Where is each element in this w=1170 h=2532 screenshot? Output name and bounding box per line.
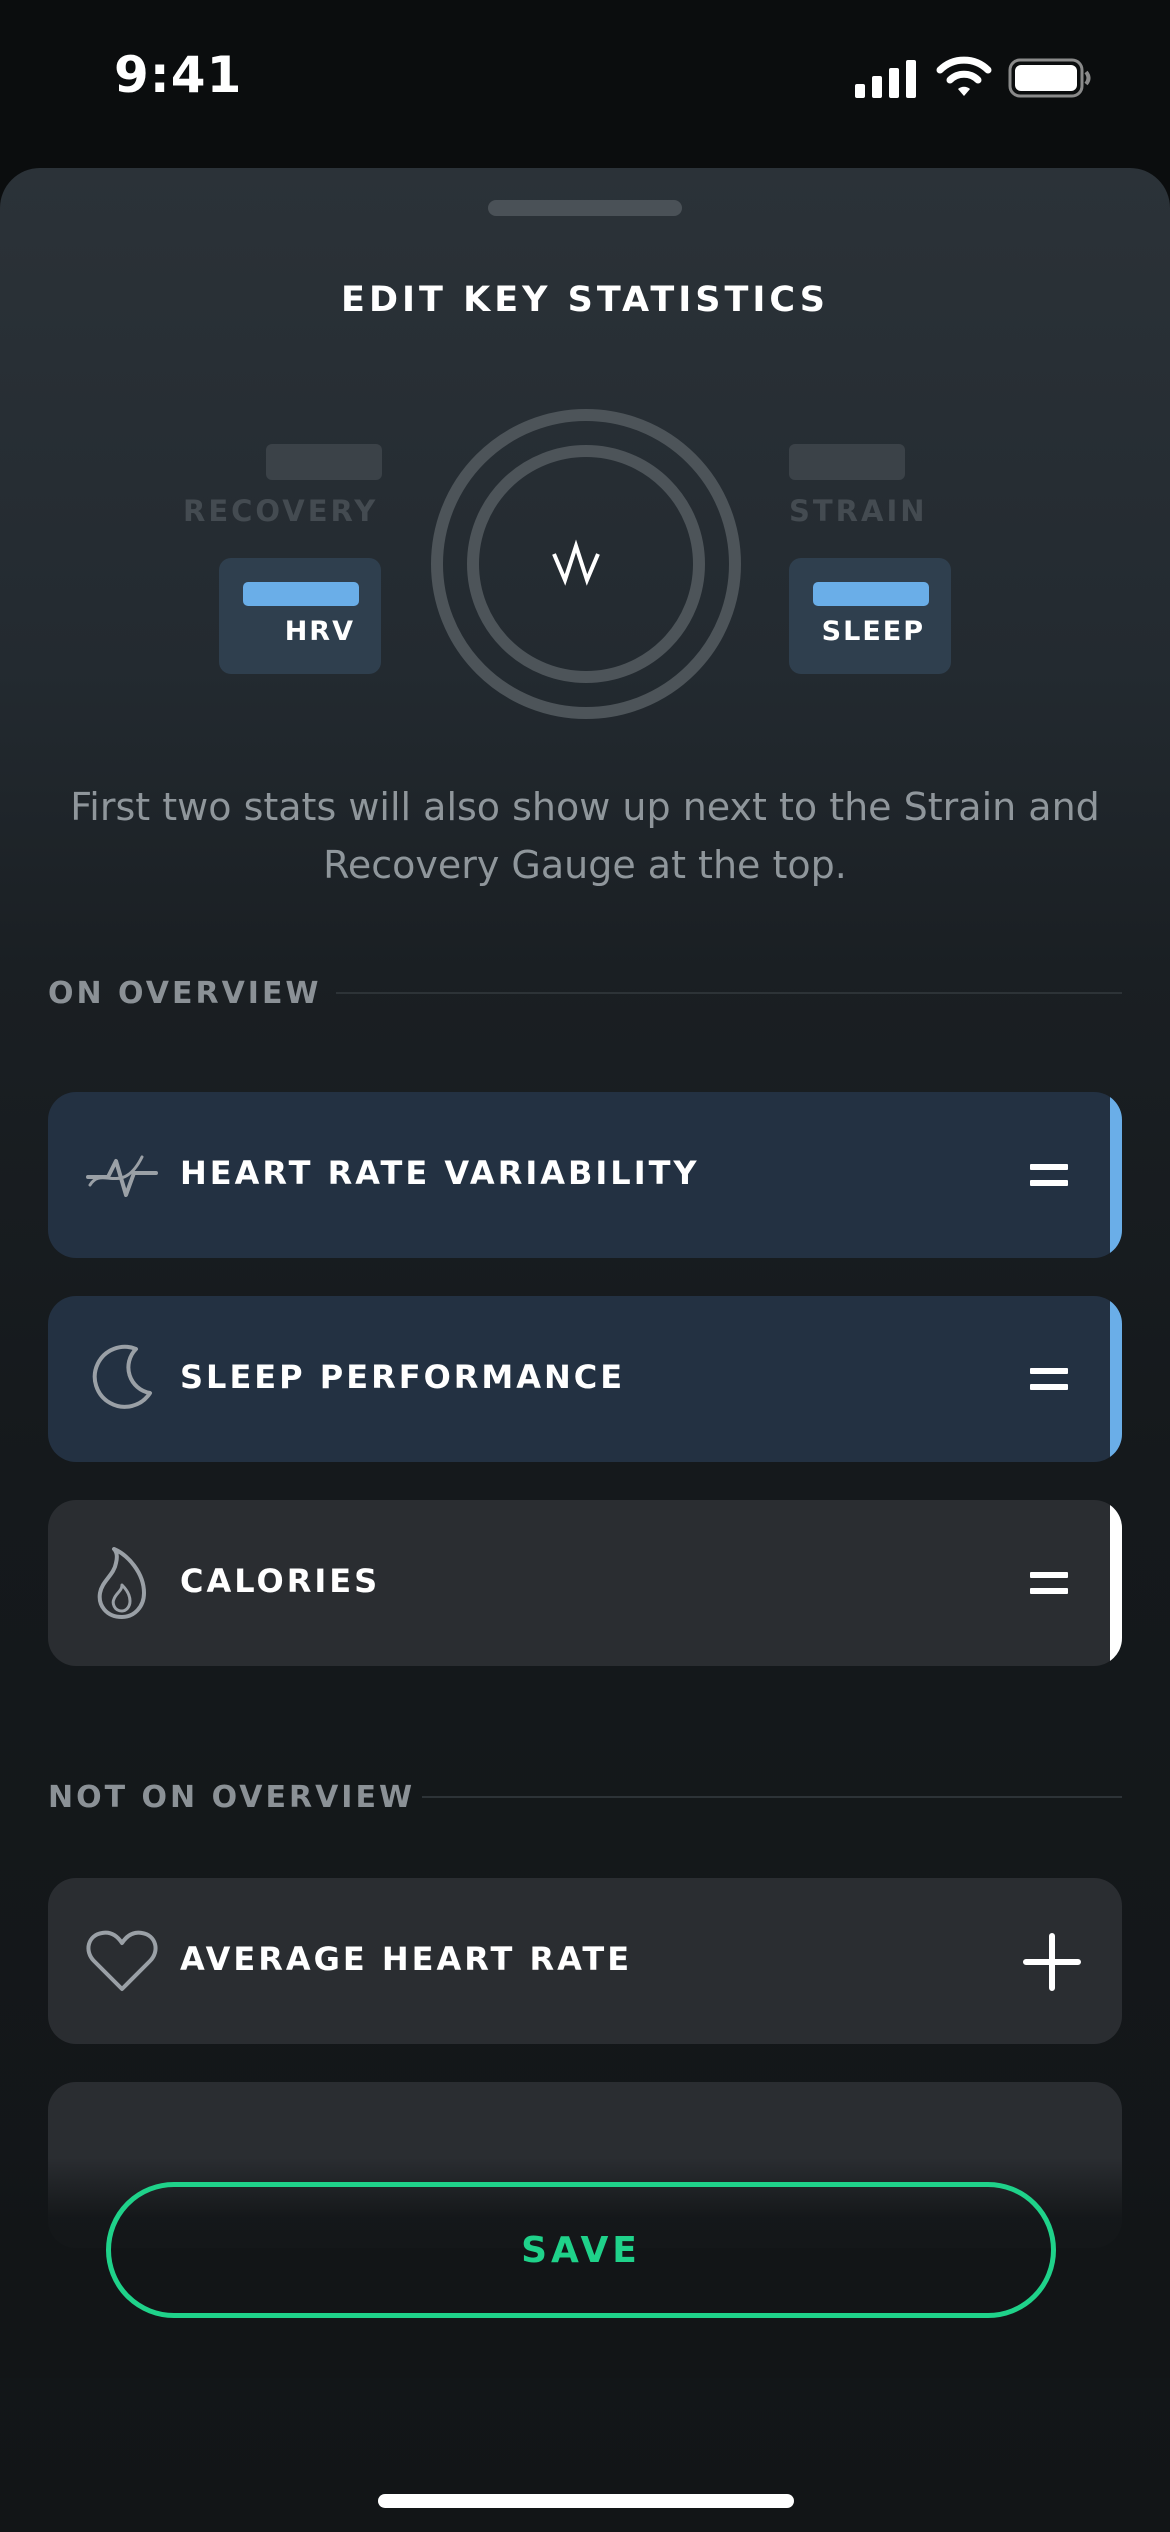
sleep-preview-label: SLEEP: [821, 616, 925, 647]
edit-key-statistics-sheet: EDIT KEY STATISTICS RECOVERY HRV STRAIN …: [0, 168, 1170, 2532]
drag-handle-icon[interactable]: [1030, 1164, 1068, 1188]
status-time: 9:41: [114, 46, 243, 104]
hrv-icon: [86, 1155, 158, 1197]
whoop-logo-icon: [552, 539, 600, 586]
sheet-title: EDIT KEY STATISTICS: [341, 280, 829, 320]
strain-recovery-gauge: [431, 409, 741, 719]
hrv-preview-label: HRV: [284, 616, 355, 647]
save-button[interactable]: SAVE: [106, 2182, 1056, 2318]
sleep-preview-chip: SLEEP: [789, 558, 951, 674]
stat-row-label: HEART RATE VARIABILITY: [180, 1154, 700, 1192]
stat-row-sleep-performance[interactable]: SLEEP PERFORMANCE: [48, 1296, 1122, 1462]
sleep-preview-bar: [813, 582, 929, 606]
stat-row-label: SLEEP PERFORMANCE: [180, 1358, 626, 1396]
recovery-value-placeholder: [266, 444, 382, 480]
battery-icon: [1008, 58, 1091, 98]
hrv-preview-chip: HRV: [219, 558, 381, 674]
preview-description: First two stats will also show up next t…: [70, 785, 1100, 887]
stat-row-label: AVERAGE HEART RATE: [180, 1940, 633, 1978]
stat-row-heart-rate-variability[interactable]: HEART RATE VARIABILITY: [48, 1092, 1122, 1258]
add-stat-plus-icon[interactable]: [1022, 1932, 1082, 1992]
hrv-preview-bar: [243, 582, 359, 606]
row-accent-bar: [1110, 1500, 1122, 1666]
recovery-label: RECOVERY: [183, 494, 379, 528]
heart-icon: [86, 1930, 158, 1991]
not-on-overview-heading: NOT ON OVERVIEW: [48, 1780, 416, 1815]
section-divider: [422, 1796, 1122, 1798]
status-bar: 9:41: [0, 0, 1170, 160]
strain-label: STRAIN: [789, 494, 928, 528]
strain-value-placeholder: [789, 444, 905, 480]
stat-row-calories[interactable]: CALORIES: [48, 1500, 1122, 1666]
section-divider: [336, 992, 1122, 994]
drag-handle-icon[interactable]: [1030, 1572, 1068, 1596]
wifi-icon: [936, 56, 992, 96]
on-overview-heading: ON OVERVIEW: [48, 976, 322, 1011]
flame-icon: [97, 1547, 146, 1619]
sheet-drag-handle[interactable]: [488, 200, 682, 216]
row-accent-bar: [1110, 1092, 1122, 1258]
home-indicator: [378, 2494, 794, 2508]
stat-row-average-heart-rate[interactable]: AVERAGE HEART RATE: [48, 1878, 1122, 2044]
cellular-signal-icon: [855, 60, 916, 98]
moon-icon: [92, 1344, 152, 1409]
drag-handle-icon[interactable]: [1030, 1368, 1068, 1392]
row-accent-bar: [1110, 1296, 1122, 1462]
stat-row-label: CALORIES: [180, 1562, 381, 1600]
